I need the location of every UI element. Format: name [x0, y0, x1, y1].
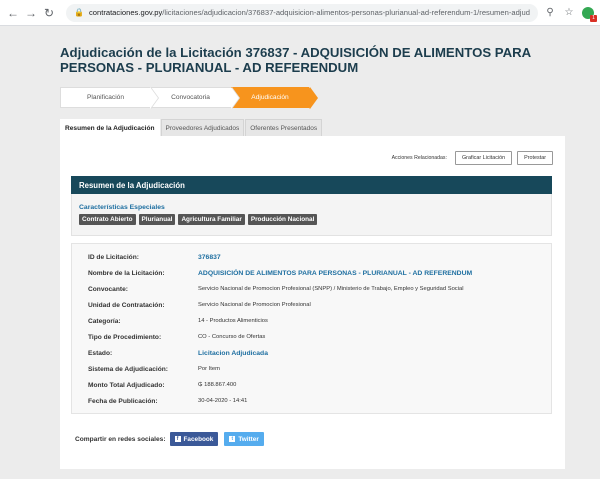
detail-key: Tipo de Procedimiento: — [88, 333, 162, 341]
chip-produccion-nacional: Producción Nacional — [247, 214, 318, 225]
detail-key: Sistema de Adjudicación: — [88, 365, 168, 373]
detail-value-estado[interactable]: Licitacion Adjudicada — [198, 350, 268, 357]
related-actions: Acciones Relacionadas: Graficar Licitaci… — [392, 151, 553, 165]
forward-icon[interactable]: → — [24, 6, 38, 20]
detail-row-nombre: Nombre de la Licitación: ADQUISICIÓN DE … — [88, 268, 472, 278]
process-steps: Planificación Convocatoria Adjudicación — [60, 87, 318, 109]
url-domain: contrataciones.gov.py — [88, 8, 163, 17]
detail-key: ID de Licitación: — [88, 253, 139, 261]
graficar-button[interactable]: Graficar Licitación — [454, 151, 513, 165]
detail-key: Nombre de la Licitación: — [88, 269, 165, 277]
detail-row-id: ID de Licitación: 376837 — [88, 252, 221, 262]
special-characteristics: Características Especiales Contrato Abie… — [71, 194, 552, 236]
zoom-icon[interactable]: ⚲ — [544, 7, 556, 19]
bookmark-star-icon[interactable]: ☆ — [563, 7, 575, 19]
detail-value-fecha: 30-04-2020 - 14:41 — [198, 398, 248, 404]
social-share: Compartir en redes sociales: f Facebook t… — [71, 424, 552, 454]
detail-value-tipo: CO - Concurso de Ofertas — [198, 334, 266, 340]
detail-key: Estado: — [88, 349, 113, 357]
detail-key: Unidad de Contratación: — [88, 301, 165, 309]
detail-value-sistema: Por Item — [198, 366, 220, 372]
tab-proveedores[interactable]: Proveedores Adjudicados — [160, 119, 245, 136]
detail-value-convocante: Servicio Nacional de Promocion Profesion… — [198, 286, 464, 292]
step-label: Convocatoria — [171, 94, 210, 101]
url-text: contrataciones.gov.py/licitaciones/adjud… — [89, 8, 530, 17]
detail-row-categoria: Categoría: 14 - Productos Alimenticios — [88, 316, 268, 326]
detail-value-nombre[interactable]: ADQUISICIÓN DE ALIMENTOS PARA PERSONAS -… — [198, 270, 472, 277]
detail-value-monto: ₲ 188.867.400 — [198, 382, 237, 388]
chip-plurianual: Plurianual — [138, 214, 176, 225]
facebook-icon: f — [174, 436, 181, 442]
section-header: Resumen de la Adjudicación — [71, 176, 552, 194]
detail-key: Fecha de Publicación: — [88, 397, 158, 405]
detail-key: Monto Total Adjudicado: — [88, 381, 165, 389]
extension-icon[interactable]: 1 — [582, 6, 597, 22]
chip-contrato-abierto: Contrato Abierto — [79, 214, 136, 225]
detail-value-id[interactable]: 376837 — [198, 254, 221, 261]
step-convocatoria[interactable]: Convocatoria — [150, 87, 240, 109]
url-path: /licitaciones/adjudicacion/376837-adquis… — [162, 8, 530, 17]
detail-value-unidad: Servicio Nacional de Promocion Profesion… — [198, 302, 311, 308]
characteristics-title: Características Especiales — [79, 204, 165, 211]
step-planificacion[interactable]: Planificación — [60, 87, 159, 109]
content-panel: Acciones Relacionadas: Graficar Licitaci… — [60, 136, 565, 469]
detail-key: Categoría: — [88, 317, 121, 325]
reload-icon[interactable]: ↻ — [42, 6, 56, 20]
detail-row-monto: Monto Total Adjudicado: ₲ 188.867.400 — [88, 380, 236, 390]
detail-row-tipo: Tipo de Procedimiento: CO - Concurso de … — [88, 332, 265, 342]
page: Adjudicación de la Licitación 376837 - A… — [0, 27, 600, 479]
detail-row-unidad: Unidad de Contratación: Servicio Naciona… — [88, 300, 311, 310]
step-adjudicacion[interactable]: Adjudicación — [231, 87, 318, 109]
detail-key: Convocante: — [88, 285, 128, 293]
tab-oferentes[interactable]: Oferentes Presentados — [245, 119, 323, 136]
twitter-icon: t — [229, 436, 236, 442]
tab-bar: Resumen de la Adjudicación Proveedores A… — [60, 119, 323, 136]
detail-row-convocante: Convocante: Servicio Nacional de Promoci… — [88, 284, 464, 294]
chip-agricultura-familiar: Agricultura Familiar — [178, 214, 245, 225]
characteristics-chips: Contrato Abierto Plurianual Agricultura … — [79, 214, 544, 225]
step-label: Planificación — [86, 94, 125, 101]
twitter-button[interactable]: t Twitter — [224, 432, 264, 446]
page-title: Adjudicación de la Licitación 376837 - A… — [60, 45, 531, 75]
detail-row-fecha: Fecha de Publicación: 30-04-2020 - 14:41 — [88, 396, 247, 406]
detail-row-estado: Estado: Licitacion Adjudicada — [88, 348, 268, 358]
protestar-button[interactable]: Protestar — [517, 151, 553, 165]
step-label: Adjudicación — [251, 94, 289, 101]
lock-icon: 🔒 — [74, 8, 84, 17]
detail-value-categoria: 14 - Productos Alimenticios — [198, 318, 268, 324]
facebook-button[interactable]: f Facebook — [169, 432, 219, 446]
related-actions-label: Acciones Relacionadas: — [391, 155, 447, 161]
tab-resumen[interactable]: Resumen de la Adjudicación — [60, 119, 160, 136]
back-icon[interactable]: ← — [6, 6, 20, 20]
details-box: ID de Licitación: 376837 Nombre de la Li… — [71, 243, 552, 414]
extension-badge: 1 — [590, 14, 597, 22]
twitter-label: Twitter — [238, 435, 259, 443]
address-bar[interactable]: 🔒 contrataciones.gov.py/licitaciones/adj… — [66, 3, 538, 22]
share-label: Compartir en redes sociales: — [75, 435, 166, 443]
browser-toolbar: ← → ↻ 🔒 contrataciones.gov.py/licitacion… — [0, 0, 600, 26]
facebook-label: Facebook — [183, 435, 214, 443]
detail-row-sistema: Sistema de Adjudicación: Por Item — [88, 364, 220, 374]
